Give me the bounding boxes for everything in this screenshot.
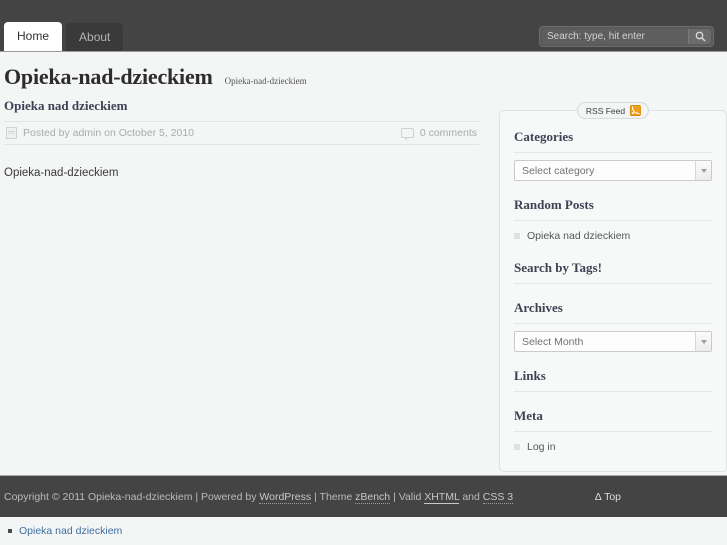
site-title[interactable]: Opieka-nad-dzieckiem bbox=[4, 64, 213, 90]
widget-title-archives: Archives bbox=[514, 300, 712, 324]
widget-search-by-tags: Search by Tags! bbox=[514, 260, 712, 284]
login-link: Log in bbox=[527, 441, 556, 453]
site-footer: Copyright © 2011 Opieka-nad-dzieckiem | … bbox=[0, 475, 727, 517]
comment-bubble-icon bbox=[400, 128, 414, 141]
widget-meta: Meta Log in bbox=[514, 408, 712, 455]
footer-sep-2: | Theme bbox=[311, 490, 356, 503]
main-content: Opieka nad dzieckiem Posted by admin on … bbox=[4, 98, 491, 179]
post-meta-author: Posted by admin on October 5, 2010 bbox=[23, 127, 195, 139]
widget-title-search-by-tags: Search by Tags! bbox=[514, 260, 712, 284]
widget-title-random-posts: Random Posts bbox=[514, 197, 712, 221]
post-body: Opieka-nad-dzieckiem bbox=[4, 167, 119, 179]
page-body: Opieka nad dzieckiem Posted by admin on … bbox=[0, 98, 727, 472]
widget-title-meta: Meta bbox=[514, 408, 712, 432]
bullet-icon bbox=[514, 233, 520, 239]
meta-list: Log in bbox=[514, 439, 712, 455]
bullet-icon bbox=[8, 529, 12, 533]
category-select[interactable]: Select category bbox=[514, 160, 712, 181]
widget-title-categories: Categories bbox=[514, 129, 712, 153]
calendar-icon bbox=[6, 127, 17, 139]
footer-sep-4: and bbox=[459, 490, 483, 503]
footer-copyright: Copyright © 2011 Opieka-nad-dzieckiem bbox=[4, 490, 193, 503]
random-posts-list: Opieka nad dzieckiem bbox=[514, 228, 712, 244]
chevron-down-icon bbox=[695, 332, 711, 351]
widget-title-links: Links bbox=[514, 368, 712, 392]
rss-icon bbox=[630, 105, 642, 116]
search-input[interactable] bbox=[542, 29, 688, 44]
chevron-down-icon bbox=[695, 161, 711, 180]
list-item[interactable]: Log in bbox=[514, 439, 712, 455]
archive-select-value: Select Month bbox=[522, 335, 584, 348]
site-tagline: Opieka-nad-dzieckiem bbox=[224, 76, 307, 86]
post-meta-author-group: Posted by admin on October 5, 2010 bbox=[6, 127, 194, 139]
nav-tab-about-label: About bbox=[79, 30, 111, 44]
post-title[interactable]: Opieka nad dzieckiem bbox=[4, 98, 479, 114]
theme-link[interactable]: zBench bbox=[355, 490, 391, 504]
category-select-value: Select category bbox=[522, 164, 595, 177]
widget-random-posts: Random Posts Opieka nad dzieckiem bbox=[514, 197, 712, 244]
archive-select[interactable]: Select Month bbox=[514, 331, 712, 352]
search-box bbox=[539, 26, 714, 47]
search-icon bbox=[695, 31, 705, 42]
post-comments-count: 0 comments bbox=[419, 127, 477, 139]
xhtml-link[interactable]: XHTML bbox=[424, 490, 460, 504]
list-item[interactable]: Opieka nad dzieckiem bbox=[514, 228, 712, 244]
post-meta: Posted by admin on October 5, 2010 0 com… bbox=[4, 121, 479, 145]
bullet-icon bbox=[514, 444, 520, 450]
random-post-link: Opieka nad dzieckiem bbox=[527, 230, 631, 242]
nav-tab-home-label: Home bbox=[17, 29, 50, 43]
bottom-bar-link[interactable]: Opieka nad dzieckiem bbox=[19, 525, 122, 537]
post-meta-comments-group[interactable]: 0 comments bbox=[400, 127, 477, 141]
wordpress-link[interactable]: WordPress bbox=[259, 490, 312, 504]
footer-credits: Copyright © 2011 Opieka-nad-dzieckiem | … bbox=[4, 490, 514, 504]
back-to-top-link[interactable]: Δ Top bbox=[595, 491, 621, 503]
nav-tab-about[interactable]: About bbox=[66, 23, 124, 51]
widget-links: Links bbox=[514, 368, 712, 392]
widget-categories: Categories Select category bbox=[514, 129, 712, 181]
site-branding: Opieka-nad-dzieckiem Opieka-nad-dzieckie… bbox=[0, 52, 727, 98]
nav-tab-home[interactable]: Home bbox=[4, 22, 63, 51]
site-header: Home About bbox=[0, 0, 727, 52]
sidebar: RSS Feed Categories Select category Rand… bbox=[499, 102, 727, 472]
rss-feed-label: RSS Feed bbox=[585, 105, 626, 116]
primary-nav: Home About bbox=[4, 22, 124, 51]
bottom-bar: Opieka nad dzieckiem bbox=[0, 517, 727, 545]
widget-archives: Archives Select Month bbox=[514, 300, 712, 352]
search-submit-button[interactable] bbox=[688, 29, 711, 44]
rss-feed-button[interactable]: RSS Feed bbox=[576, 102, 650, 119]
post-article: Opieka nad dzieckiem Posted by admin on … bbox=[4, 98, 479, 179]
css-link[interactable]: CSS 3 bbox=[482, 490, 514, 504]
footer-sep-3: | Valid bbox=[390, 490, 425, 503]
footer-sep-1: | Powered by bbox=[192, 490, 260, 503]
